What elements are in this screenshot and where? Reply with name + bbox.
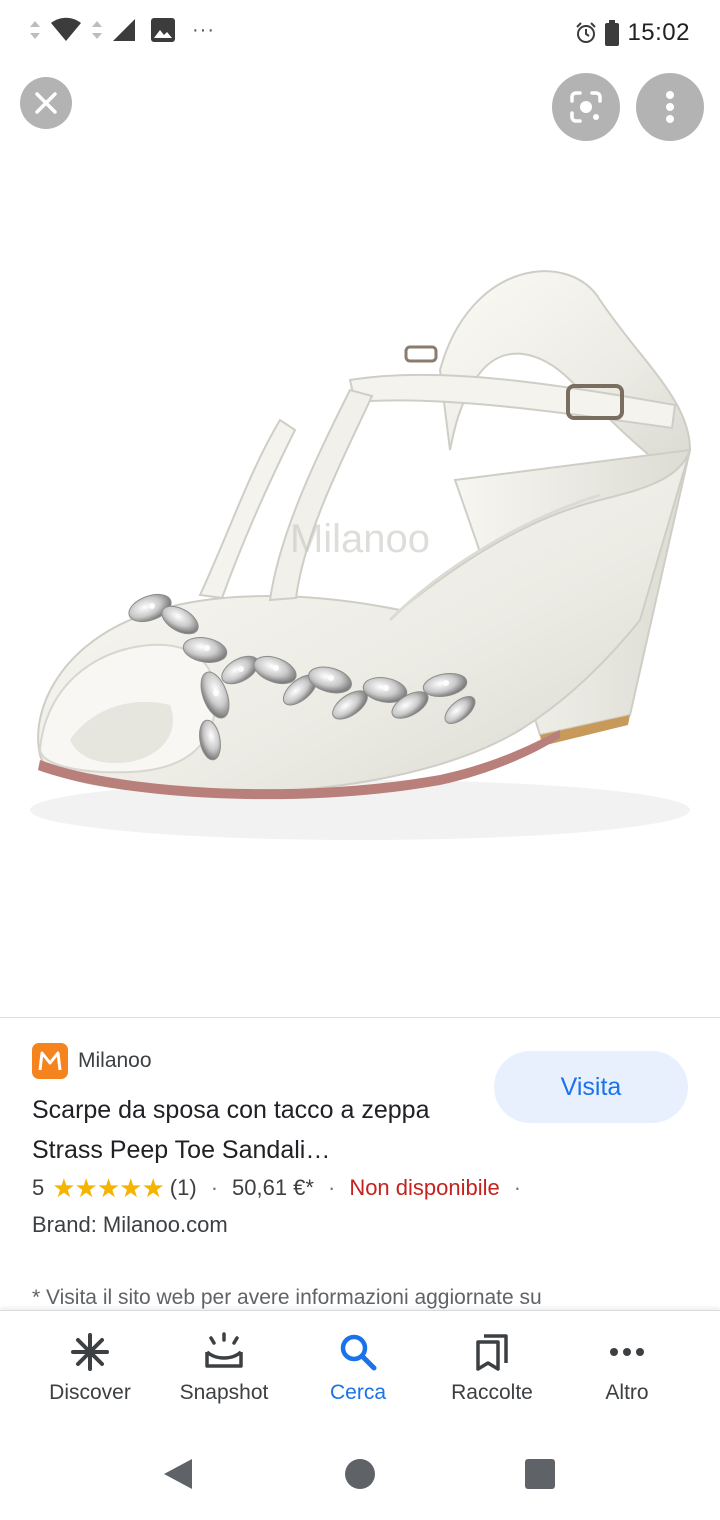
separator-dot: · (513, 1175, 522, 1200)
notice-container: * Visita il sito web per avere informazi… (0, 1280, 720, 1310)
nav-label: Discover (49, 1381, 131, 1404)
availability-status: Non disponibile (349, 1175, 500, 1200)
separator-dot: · (327, 1175, 336, 1200)
rating-stars-icon: ★★★★★ (52, 1172, 165, 1203)
nav-label: Raccolte (451, 1381, 533, 1404)
recents-button[interactable] (520, 1454, 560, 1494)
price: 50,61 €* (232, 1175, 314, 1200)
lens-search-icon (570, 91, 602, 123)
back-triangle-icon (164, 1459, 192, 1489)
nav-more[interactable]: Altro (560, 1311, 694, 1427)
review-count: (1) (169, 1175, 197, 1200)
brand-line: Brand: Milanoo.com (32, 1212, 228, 1237)
more-options-button[interactable] (636, 73, 704, 141)
system-navigation (0, 1426, 720, 1520)
separator-dot: · (210, 1175, 219, 1200)
close-button[interactable] (20, 77, 72, 129)
visit-button[interactable]: Visita (494, 1051, 688, 1123)
more-notifications-indicator: ··· (192, 18, 215, 41)
status-right: 15:02 (575, 16, 690, 50)
nav-label: Altro (605, 1381, 649, 1404)
more-vert-icon (666, 91, 674, 123)
nav-search[interactable]: Cerca (291, 1311, 425, 1427)
price-notice: * Visita il sito web per avere informazi… (32, 1286, 542, 1309)
bottom-navigation: Discover Snapshot Cerca Raccolte Altro (0, 1310, 720, 1426)
status-bar: ··· 15:02 (0, 0, 720, 64)
home-circle-icon (345, 1459, 375, 1489)
status-left: ··· (28, 14, 215, 46)
clock: 15:02 (627, 19, 690, 46)
nav-label: Cerca (329, 1381, 387, 1404)
product-meta-row: 5 ★★★★★ (1) · 50,61 €* · Non disponibile… (32, 1170, 535, 1206)
home-button[interactable] (340, 1454, 380, 1494)
asterisk-icon (70, 1331, 110, 1373)
search-icon (338, 1331, 378, 1373)
nav-label: Snapshot (179, 1381, 269, 1404)
data-arrows-icon (92, 21, 102, 39)
battery-icon (605, 20, 620, 46)
watermark-text: Milanoo (290, 517, 430, 561)
milanoo-logo-icon (32, 1043, 68, 1079)
product-title[interactable]: Scarpe da sposa con tacco a zeppa Strass… (32, 1090, 472, 1170)
data-arrows-icon (30, 21, 40, 39)
source-row[interactable]: Milanoo (32, 1043, 152, 1079)
nav-discover[interactable]: Discover (23, 1311, 157, 1427)
nav-snapshot[interactable]: Snapshot (157, 1311, 291, 1427)
rating-value: 5 (32, 1175, 45, 1200)
back-button[interactable] (158, 1454, 198, 1494)
divider (0, 1017, 720, 1018)
signal-icon (113, 19, 135, 41)
wifi-icon (51, 17, 81, 41)
nav-collections[interactable]: Raccolte (425, 1311, 559, 1427)
recents-square-icon (525, 1459, 555, 1489)
close-icon (35, 92, 57, 114)
lens-search-button[interactable] (552, 73, 620, 141)
source-name: Milanoo (78, 1049, 152, 1072)
wedding-sandal-illustration: Milanoo (30, 270, 692, 840)
snapshot-icon (202, 1331, 246, 1373)
alarm-icon (576, 22, 597, 43)
more-horiz-icon (609, 1331, 645, 1373)
image-icon (151, 18, 175, 42)
collections-icon (474, 1331, 510, 1373)
product-image[interactable]: Milanoo (0, 150, 720, 1015)
